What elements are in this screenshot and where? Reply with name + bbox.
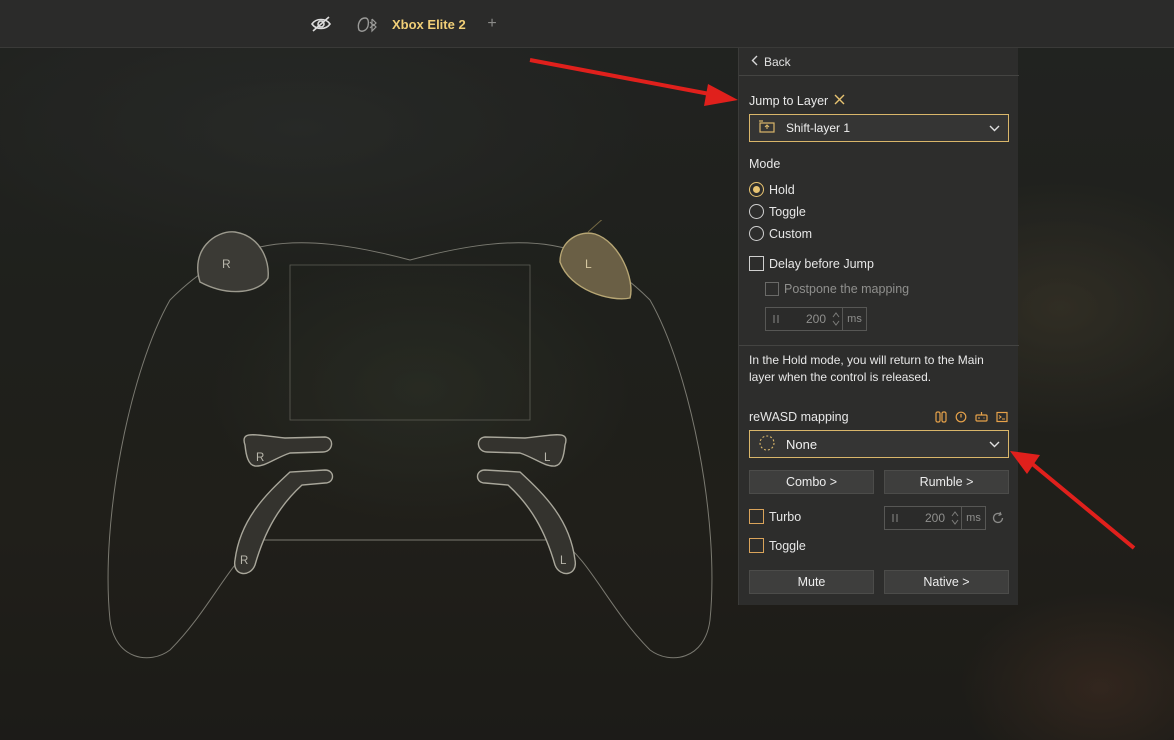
mode-option-custom[interactable]: Custom xyxy=(749,226,812,241)
turbo-unit: ms xyxy=(962,506,986,530)
right-bumper[interactable]: R xyxy=(197,231,269,293)
chevron-down-icon xyxy=(989,125,1000,132)
divider xyxy=(739,75,1019,76)
right-bumper-label: R xyxy=(222,257,231,271)
rumble-button[interactable]: Rumble > xyxy=(884,470,1009,494)
back-button[interactable]: Back xyxy=(751,54,791,70)
rewasd-mapping-label: reWASD mapping xyxy=(749,410,849,424)
delay-before-jump-label: Delay before Jump xyxy=(769,256,874,271)
top-bar: Xbox Elite 2 + xyxy=(0,0,1174,48)
toggle-checkbox[interactable]: Toggle xyxy=(749,538,806,553)
radio-toggle[interactable] xyxy=(749,204,764,219)
mode-label: Mode xyxy=(749,157,781,171)
chevron-down-icon xyxy=(989,441,1000,448)
mode-option-label: Hold xyxy=(769,182,795,197)
rewasd-mapping-value: None xyxy=(786,436,818,452)
mode-option-label: Custom xyxy=(769,226,813,241)
jump-to-layer-select[interactable]: Shift-layer 1 xyxy=(749,114,1009,142)
gamepad-icon[interactable] xyxy=(975,411,988,423)
turbo-checkbox[interactable]: Turbo xyxy=(749,509,801,524)
left-bumper[interactable]: L xyxy=(559,232,632,300)
checkbox[interactable] xyxy=(749,509,764,524)
native-button[interactable]: Native > xyxy=(884,570,1009,594)
paddle-lower-left-label: L xyxy=(560,555,567,567)
controller-bluetooth-icon[interactable] xyxy=(354,0,380,48)
rewasd-mapping-select[interactable]: None xyxy=(749,430,1009,458)
clock-icon[interactable] xyxy=(955,411,967,423)
turbo-duration-stepper[interactable]: 200 ms xyxy=(884,506,986,530)
mode-option-hold[interactable]: Hold xyxy=(749,182,795,197)
dotted-circle-icon xyxy=(758,434,776,455)
toggle-label: Toggle xyxy=(769,538,806,553)
device-tab-name[interactable]: Xbox Elite 2 xyxy=(392,0,466,48)
terminal-icon[interactable] xyxy=(996,411,1008,423)
close-icon[interactable] xyxy=(834,94,845,108)
hold-mode-info: In the Hold mode, you will return to the… xyxy=(749,353,984,384)
pause-grip-icon xyxy=(885,507,905,529)
paddle-lower-right[interactable] xyxy=(234,469,334,575)
left-bumper-label: L xyxy=(585,257,592,271)
paddle-lower-right-label: R xyxy=(240,555,248,567)
refresh-icon[interactable] xyxy=(991,511,1005,528)
layer-icon xyxy=(758,120,776,136)
mode-option-label: Toggle xyxy=(769,204,806,219)
combo-button[interactable]: Combo > xyxy=(749,470,874,494)
chevron-left-icon xyxy=(751,55,758,69)
jump-to-layer-label: Jump to Layer xyxy=(749,94,829,108)
postpone-duration-stepper[interactable]: 200 ms xyxy=(765,307,867,331)
postpone-value[interactable]: 200 xyxy=(786,308,830,330)
radio-custom[interactable] xyxy=(749,226,764,241)
postpone-label: Postpone the mapping xyxy=(784,282,910,296)
pause-grip-icon xyxy=(766,308,786,330)
paddle-upper-right-label: R xyxy=(256,452,264,464)
jump-to-layer-header: Jump to Layer xyxy=(749,94,845,108)
checkbox[interactable] xyxy=(765,282,779,296)
jump-to-layer-value: Shift-layer 1 xyxy=(786,121,851,135)
stepper-arrows[interactable] xyxy=(949,507,961,529)
divider xyxy=(739,345,1019,346)
mode-option-toggle[interactable]: Toggle xyxy=(749,204,806,219)
mapping-panel: Back Jump to Layer Shift-layer 1 Mode Ho… xyxy=(738,48,1019,605)
turbo-value[interactable]: 200 xyxy=(905,507,949,529)
mute-button[interactable]: Mute xyxy=(749,570,874,594)
delay-before-jump-checkbox[interactable]: Delay before Jump xyxy=(749,256,874,271)
switch-icon[interactable] xyxy=(935,411,947,423)
checkbox[interactable] xyxy=(749,256,764,271)
postpone-unit: ms xyxy=(843,307,867,331)
postpone-mapping-checkbox[interactable]: Postpone the mapping xyxy=(765,282,909,296)
radio-hold[interactable] xyxy=(749,182,764,197)
eye-off-icon[interactable] xyxy=(309,0,333,48)
mapping-type-icons xyxy=(935,411,1008,423)
checkbox[interactable] xyxy=(749,538,764,553)
back-label: Back xyxy=(764,55,791,69)
stepper-arrows[interactable] xyxy=(830,308,842,330)
add-tab-button[interactable]: + xyxy=(485,0,499,48)
turbo-label: Turbo xyxy=(769,509,802,524)
controller-diagram: R L R L R L xyxy=(107,220,713,659)
paddle-upper-left-label: L xyxy=(544,452,551,464)
paddle-upper-left[interactable] xyxy=(477,434,567,467)
